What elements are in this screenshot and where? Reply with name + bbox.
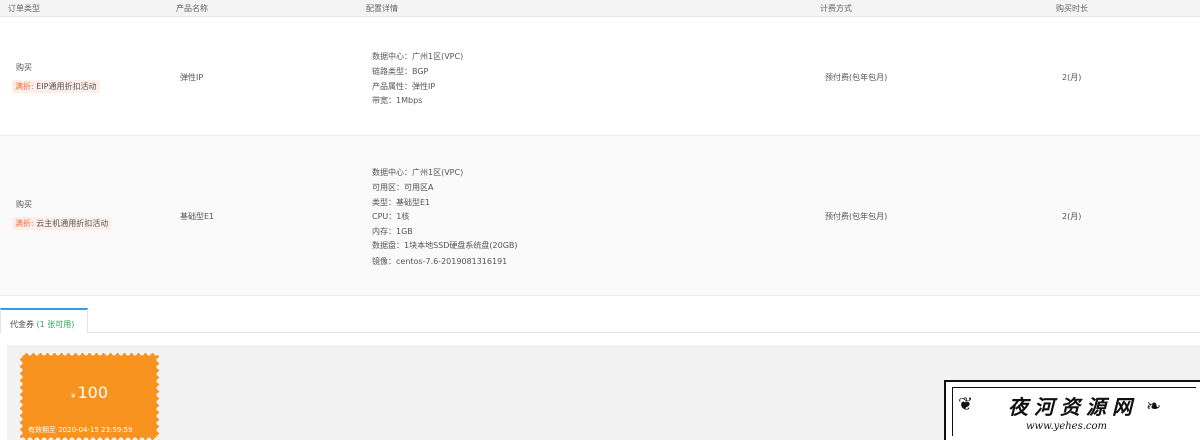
watermark-logo: ❦ ❧ 夜河资源网 www.yehes.com	[944, 380, 1200, 440]
header-duration: 购买时长	[1056, 4, 1088, 13]
header-product-name: 产品名称	[176, 4, 208, 13]
header-billing-method: 计费方式	[820, 4, 852, 13]
tab-voucher[interactable]: 代金券 (1 张可用)	[0, 308, 88, 333]
config-detail-line: 数据中心：广州1区(VPC)	[372, 168, 464, 177]
table-row: 购买 满折: 云主机通用折扣活动 基础型E1 数据中心：广州1区(VPC) 可用…	[0, 136, 1200, 296]
config-detail-line: 数据盘：1块本地SSD硬盘系统盘(20GB)	[372, 241, 518, 250]
product-name: 弹性IP	[180, 73, 204, 82]
table-header: 订单类型 产品名称 配置详情 计费方式 购买时长	[0, 0, 1200, 17]
promo-text: 云主机通用折扣活动	[36, 219, 109, 228]
billing-method: 预付费(包年包月)	[825, 212, 888, 221]
config-detail-line: 链路类型：BGP	[372, 67, 429, 76]
duration: 2(月)	[1062, 212, 1082, 221]
coupon-currency: ¥	[70, 392, 76, 400]
billing-method: 预付费(包年包月)	[825, 73, 888, 82]
promo-badge: 满折: 云主机通用折扣活动	[12, 217, 112, 230]
config-detail-line: CPU：1核	[372, 212, 410, 221]
watermark-url: www.yehes.com	[1026, 421, 1108, 432]
table-row: 购买 满折: EIP通用折扣活动 弹性IP 数据中心：广州1区(VPC) 链路类…	[0, 17, 1200, 136]
config-detail-line: 镜像：centos-7.6-2019081316191	[372, 257, 508, 266]
order-type: 购买	[16, 63, 32, 72]
order-type: 购买	[16, 200, 32, 209]
promo-badge: 满折: EIP通用折扣活动	[12, 80, 100, 93]
header-order-type: 订单类型	[8, 4, 40, 13]
duration: 2(月)	[1062, 73, 1082, 82]
header-config-detail: 配置详情	[366, 4, 398, 13]
coupon-edge	[20, 353, 159, 359]
tab-voucher-label: 代金券	[10, 320, 34, 329]
coupon-validity: 有效期至 2020-04-15 23:59:59	[28, 426, 133, 434]
coupon-value: 100	[77, 383, 108, 402]
config-detail-line: 内存：1GB	[372, 227, 413, 236]
ornament-icon: ❧	[1146, 396, 1162, 417]
promo-tag: 满折:	[15, 82, 34, 91]
coupon-card[interactable]: ¥100 有效期至 2020-04-15 23:59:59	[20, 353, 159, 440]
config-detail-line: 可用区：可用区A	[372, 183, 434, 192]
voucher-tabs: 代金券 (1 张可用)	[0, 308, 1200, 333]
ornament-icon: ❦	[958, 394, 974, 415]
coupon-amount: ¥100	[20, 383, 159, 402]
config-detail-line: 带宽：1Mbps	[372, 96, 423, 105]
product-name: 基础型E1	[180, 212, 215, 221]
promo-tag: 满折:	[15, 219, 34, 228]
config-detail-line: 类型：基础型E1	[372, 198, 431, 207]
tab-voucher-count: (1 张可用)	[36, 320, 75, 329]
promo-text: EIP通用折扣活动	[36, 82, 97, 91]
watermark-title: 夜河资源网	[1008, 395, 1138, 419]
config-detail-line: 数据中心：广州1区(VPC)	[372, 52, 464, 61]
config-detail-line: 产品属性：弹性IP	[372, 82, 436, 91]
